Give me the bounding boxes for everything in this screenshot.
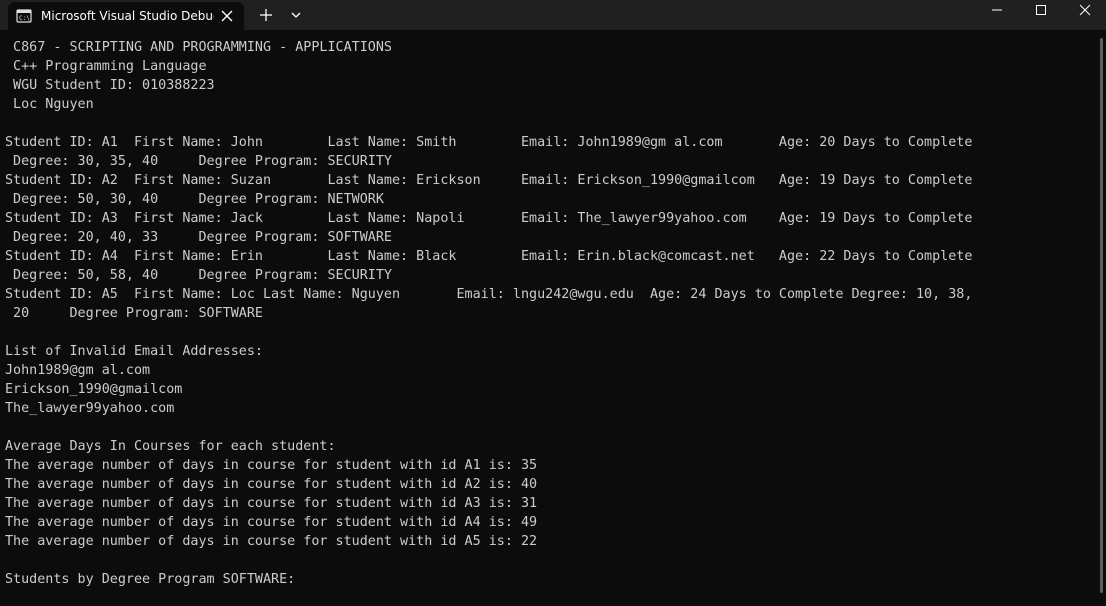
console-line: C867 - SCRIPTING AND PROGRAMMING - APPLI… — [5, 40, 392, 55]
console-line: Degree: 20, 40, 33 Degree Program: SOFTW… — [5, 230, 392, 245]
console-line: The average number of days in course for… — [5, 534, 538, 549]
console-line: Loc Nguyen — [5, 97, 94, 112]
plus-icon[interactable] — [256, 5, 276, 25]
minimize-icon — [992, 9, 1002, 11]
console-line: Degree: 50, 30, 40 Degree Program: NETWO… — [5, 192, 384, 207]
close-icon[interactable] — [217, 6, 237, 26]
console-line: The average number of days in course for… — [5, 477, 538, 492]
maximize-button[interactable] — [1018, 0, 1064, 30]
close-icon — [1079, 4, 1091, 16]
console-line: Degree: 30, 35, 40 Degree Program: SECUR… — [5, 154, 392, 169]
console-line: Student ID: A1 First Name: John Last Nam… — [5, 135, 973, 150]
console-line: Degree: 50, 58, 40 Degree Program: SECUR… — [5, 268, 392, 283]
chevron-down-icon[interactable] — [286, 5, 306, 25]
console-line: Student ID: A4 First Name: Erin Last Nam… — [5, 249, 973, 264]
console-line: 20 Degree Program: SOFTWARE — [5, 306, 263, 321]
maximize-icon — [1036, 5, 1046, 15]
console-line: Student ID: A3 First Name: Jack Last Nam… — [5, 211, 973, 226]
console-output[interactable]: C867 - SCRIPTING AND PROGRAMMING - APPLI… — [0, 30, 1106, 606]
terminal-tab[interactable]: C:\ Microsoft Visual Studio Debug Consol… — [8, 2, 244, 30]
console-line: C++ Programming Language — [5, 59, 207, 74]
console-lines: C867 - SCRIPTING AND PROGRAMMING - APPLI… — [5, 38, 972, 589]
svg-text:C:\: C:\ — [19, 15, 30, 22]
console-line: WGU Student ID: 010388223 — [5, 78, 215, 93]
scrollbar-thumb[interactable] — [1100, 38, 1103, 593]
close-window-button[interactable] — [1062, 0, 1106, 30]
console-app-icon: C:\ — [16, 9, 32, 23]
console-line: John1989@gm al.com — [5, 363, 151, 378]
console-line: Student ID: A5 First Name: Loc Last Name… — [5, 287, 973, 302]
title-bar: C:\ Microsoft Visual Studio Debug Consol… — [0, 0, 1106, 30]
console-line: The average number of days in course for… — [5, 458, 538, 473]
console-line: The average number of days in course for… — [5, 496, 538, 511]
tab-title: Microsoft Visual Studio Debug Console — [41, 9, 214, 23]
console-line: The_lawyer99yahoo.com — [5, 401, 175, 416]
console-line: The average number of days in course for… — [5, 515, 538, 530]
console-line: List of Invalid Email Addresses: — [5, 344, 263, 359]
minimize-button[interactable] — [974, 0, 1020, 30]
console-line: Students by Degree Program SOFTWARE: — [5, 572, 296, 587]
console-line: Erickson_1990@gmailcom — [5, 382, 183, 397]
console-line: Average Days In Courses for each student… — [5, 439, 336, 454]
console-line: Student ID: A2 First Name: Suzan Last Na… — [5, 173, 973, 188]
